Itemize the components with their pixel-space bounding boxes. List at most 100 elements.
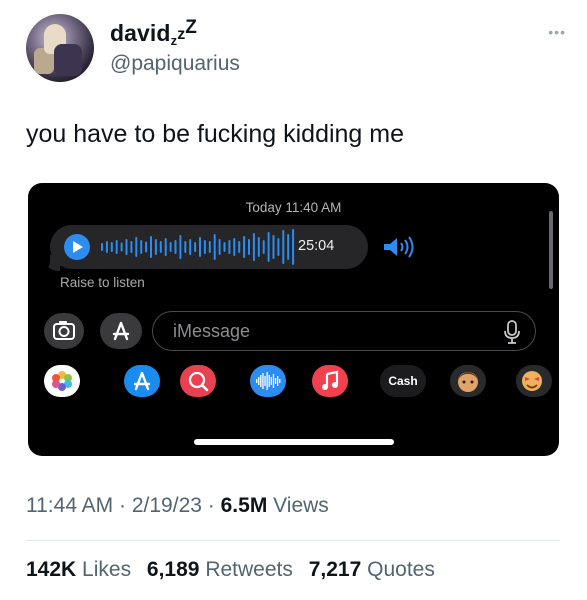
quotes-label: Quotes	[367, 558, 435, 581]
waveform-bar	[150, 236, 152, 258]
waveform-bar	[125, 239, 128, 255]
app-store-app-icon[interactable]	[124, 365, 160, 397]
waveform-bar	[159, 241, 162, 253]
scrollbar	[549, 211, 553, 289]
waveform-bar	[130, 241, 133, 253]
waveform-bar	[145, 241, 148, 253]
likes-count: 142K	[26, 558, 77, 581]
views-count: 6.5M	[220, 494, 268, 517]
mini-waveform-bar	[279, 379, 281, 383]
raise-to-listen-label: Raise to listen	[60, 275, 145, 290]
separator-dot: ·	[119, 494, 127, 517]
views-label: Views	[273, 494, 329, 517]
waveform-bar	[292, 229, 295, 265]
quotes-stat[interactable]: 7,217 Quotes	[309, 558, 435, 581]
waveform-bar	[179, 235, 182, 259]
tweet-date[interactable]: 2/19/23	[132, 494, 202, 517]
retweets-stat[interactable]: 6,189 Retweets	[147, 558, 293, 581]
waveform-bar	[194, 242, 197, 252]
bubble-tail-cutout	[36, 253, 50, 273]
app-store-icon[interactable]	[100, 313, 142, 349]
retweets-label: Retweets	[205, 558, 293, 581]
waveform-bar	[120, 242, 123, 252]
engagement-stats: 142K Likes 6,189 Retweets 7,217 Quotes	[26, 558, 435, 582]
waveform-bar	[208, 241, 211, 253]
photos-app-icon[interactable]	[44, 365, 80, 397]
display-name-text[interactable]: david	[110, 20, 171, 46]
waveform-bar	[248, 239, 250, 255]
waveform-bar	[199, 237, 201, 257]
mini-waveform-bar	[266, 372, 268, 390]
mini-waveform-bar	[277, 376, 279, 386]
tweet-time: 11:44 AM	[26, 494, 114, 517]
memoji-app-icon[interactable]	[450, 365, 486, 397]
sleep-suffix: zzZ	[171, 17, 198, 48]
audio-message-app-icon[interactable]	[250, 365, 286, 397]
waveform-bar	[277, 238, 280, 256]
audio-waveform[interactable]	[100, 227, 296, 267]
imessage-placeholder: iMessage	[173, 321, 251, 341]
ellipsis-icon[interactable]: •••	[548, 24, 566, 40]
mini-waveform-bar	[262, 373, 264, 389]
waveform-bar	[218, 239, 221, 255]
mini-waveform-bar	[272, 374, 275, 388]
waveform-bar	[243, 236, 246, 258]
display-name[interactable]: davidzzZ	[110, 17, 198, 48]
waveform-bar	[238, 241, 241, 253]
waveform-bar	[154, 239, 157, 255]
likes-label: Likes	[82, 558, 132, 581]
waveform-bar	[282, 230, 285, 264]
tweet-metadata: 11:44 AM · 2/19/23 · 6.5M Views	[26, 494, 329, 518]
memoji-stickers-app-icon[interactable]	[516, 365, 552, 397]
apple-cash-app-icon[interactable]: Cash	[380, 365, 426, 397]
waveform-bar	[228, 240, 231, 254]
waveform-bar	[287, 234, 290, 260]
user-handle[interactable]: @papiquarius	[110, 52, 240, 76]
mini-waveform-bar	[258, 377, 260, 385]
tweet-text: you have to be fucking kidding me	[26, 120, 405, 148]
music-app-icon[interactable]	[312, 365, 348, 397]
tweet-header: davidzzZ @papiquarius •••	[26, 14, 566, 84]
mini-waveform-bar	[264, 376, 266, 386]
waveform-bar	[272, 235, 275, 259]
mini-waveform-bar	[274, 378, 277, 384]
play-icon[interactable]	[64, 234, 90, 260]
microphone-icon[interactable]	[503, 320, 521, 344]
waveform-bar	[262, 240, 265, 254]
separator-dot: ·	[207, 494, 215, 517]
imessage-input[interactable]: iMessage	[152, 311, 536, 351]
waveform-bar	[233, 238, 236, 256]
retweets-count: 6,189	[146, 558, 200, 581]
divider	[26, 540, 560, 541]
audio-duration: 25:04	[298, 238, 335, 254]
mini-waveform-bar	[256, 379, 258, 383]
waveform-bar	[184, 241, 187, 253]
waveform-bar	[169, 242, 172, 252]
home-indicator	[194, 439, 394, 445]
mini-waveform-bar	[270, 377, 272, 385]
waveform-bar	[135, 237, 138, 257]
quotes-count: 7,217	[308, 558, 362, 581]
waveform-bar	[203, 240, 206, 254]
waveform-bar	[174, 240, 177, 254]
waveform-bar	[189, 239, 192, 255]
camera-icon[interactable]	[44, 313, 84, 349]
speaker-icon[interactable]	[382, 236, 422, 258]
image-search-app-icon[interactable]	[180, 365, 216, 397]
likes-stat[interactable]: 142K Likes	[26, 558, 131, 581]
waveform-bar	[267, 232, 270, 262]
mini-waveform-bar	[268, 375, 270, 387]
avatar[interactable]	[26, 14, 94, 82]
waveform-bar	[223, 242, 226, 252]
waveform-bar	[257, 237, 260, 257]
waveform-bar	[101, 243, 103, 251]
waveform-bar	[213, 234, 216, 260]
mini-waveform-bar	[260, 375, 262, 387]
message-timestamp: Today 11:40 AM	[245, 200, 342, 215]
apple-cash-label: Cash	[388, 374, 418, 388]
imessage-app-drawer: Cash	[28, 359, 559, 405]
suffix-z3: Z	[185, 17, 198, 38]
tweet-media-screenshot[interactable]: Today 11:40 AM 25:04 Raise to listen iMe…	[28, 183, 559, 456]
waveform-bar	[164, 238, 167, 256]
waveform-bar	[115, 240, 118, 254]
